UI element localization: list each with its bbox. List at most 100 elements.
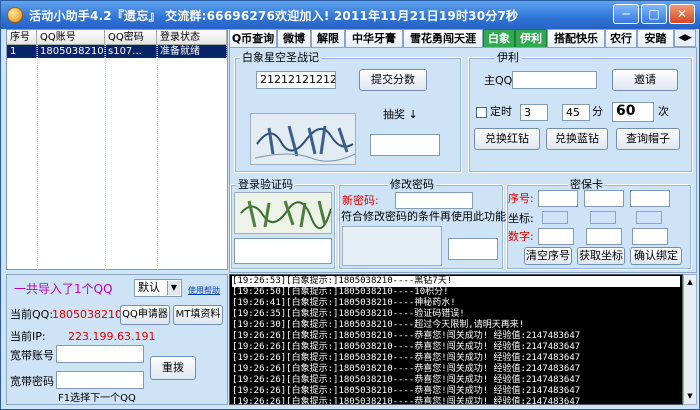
exchange-red-diamond-button[interactable]: 兑换红钻: [474, 128, 540, 150]
new-password-input[interactable]: [395, 192, 473, 209]
log-line: [19:26:53][白象提示:]1805038210----黑钻7天!: [232, 276, 680, 287]
timer-minute-input[interactable]: 45: [562, 104, 590, 121]
log-line: [19:26:50][白象提示:]1805038210----10积分!: [232, 287, 449, 297]
log-scrollbar[interactable]: ▲ ▼: [683, 274, 697, 405]
broadband-password-input[interactable]: [56, 371, 144, 389]
tab-weibo[interactable]: 微博: [277, 29, 311, 47]
count-input[interactable]: 60: [612, 102, 654, 122]
column-divider: [37, 45, 38, 270]
table-cell-index[interactable]: 1: [7, 45, 37, 58]
tab-q-coin-query[interactable]: Q币查询: [229, 29, 277, 47]
change-password-hint: 符合修改密码的条件再使用此功能: [341, 210, 506, 223]
coordinate-display-2: [590, 211, 616, 224]
app-icon: [7, 7, 23, 23]
current-qq-label: 当前QQ:: [10, 308, 54, 321]
imported-count: 一共导入了1个QQ: [14, 282, 113, 296]
change-password-title: 修改密码: [388, 178, 436, 191]
chevron-down-icon[interactable]: ▼: [167, 281, 180, 295]
lottery-captcha-input[interactable]: [370, 134, 440, 156]
log-line: [19:26:26][白象提示:]1805038210----恭喜您!闯关成功!…: [232, 397, 581, 405]
digit-input-3[interactable]: [632, 228, 668, 245]
table-cell-password[interactable]: s107...: [105, 45, 157, 58]
column-divider: [105, 45, 106, 270]
maximize-button[interactable]: □: [641, 4, 667, 24]
account-table[interactable]: 序号 QQ账号 QQ密码 登录状态 1 1805038210 s107... 准…: [6, 29, 228, 270]
log-line: [19:26:35][白象提示:]1805038210----验证码错误!: [232, 309, 465, 319]
tab-dapei[interactable]: 搭配快乐: [547, 29, 605, 47]
mode-select-value: 默认: [138, 281, 160, 294]
log-line: [19:26:41][白象提示:]1805038210----神秘药水!: [232, 298, 456, 308]
table-cell-qq[interactable]: 1805038210: [37, 45, 105, 58]
mt-fill-info-button[interactable]: MT填资料: [173, 305, 223, 325]
login-captcha-image[interactable]: [234, 192, 332, 234]
log-line: [19:26:26][白象提示:]1805038210----恭喜您!闯关成功!…: [232, 353, 581, 363]
column-header-qq[interactable]: QQ账号: [37, 30, 105, 45]
tab-zhonghua[interactable]: 中华牙膏: [345, 29, 403, 47]
column-header-password[interactable]: QQ密码: [105, 30, 157, 45]
current-ip-label: 当前IP:: [10, 330, 46, 343]
help-link[interactable]: 使用帮助: [188, 284, 220, 298]
column-header-status[interactable]: 登录状态: [157, 30, 227, 45]
column-header-index[interactable]: 序号: [7, 30, 37, 45]
score-input[interactable]: 21212121212121: [256, 71, 336, 89]
minimize-button[interactable]: ─: [613, 4, 639, 24]
lottery-label: 抽奖 ↓: [383, 108, 418, 121]
new-password-label: 新密码:: [342, 194, 379, 207]
broadband-password-label: 宽带密码: [10, 375, 54, 388]
coordinate-display-1: [542, 211, 568, 224]
change-password-captcha-input[interactable]: [448, 238, 498, 260]
window-title: 活动小助手4.2『遗忘』 交流群:66696276欢迎加入! 2011年11月2…: [29, 9, 519, 23]
log-line: [19:26:30][白象提示:]1805038210----超过今天限制,请明…: [232, 320, 525, 330]
close-button[interactable]: ✕: [669, 4, 695, 24]
scroll-down-icon[interactable]: ▼: [685, 391, 695, 401]
coordinate-label: 坐标:: [508, 212, 534, 225]
serial-label: 序号:: [508, 192, 534, 205]
confirm-bind-button[interactable]: 确认绑定: [630, 247, 682, 265]
main-qq-input[interactable]: [512, 71, 597, 89]
log-line: [19:26:26][白象提示:]1805038210----恭喜您!闯关成功!…: [232, 364, 581, 374]
digit-input-1[interactable]: [538, 228, 574, 245]
serial-input-1[interactable]: [538, 190, 578, 207]
yili-group-title: 伊利: [495, 51, 521, 64]
title-bar[interactable]: 活动小助手4.2『遗忘』 交流群:66696276欢迎加入! 2011年11月2…: [1, 1, 700, 29]
captcha-image[interactable]: [250, 113, 356, 165]
tab-xuehua[interactable]: 雪花勇闯天涯: [403, 29, 483, 47]
current-ip-value: 223.199.63.191: [68, 330, 156, 343]
table-cell-status[interactable]: 准备就绪: [157, 45, 227, 58]
timer-hour-input[interactable]: 3: [520, 104, 548, 121]
tab-baixiang[interactable]: 白象: [483, 29, 515, 47]
query-hat-button[interactable]: 查询帽子: [616, 128, 680, 150]
tab-anta[interactable]: 安踏: [637, 29, 674, 47]
submit-score-button[interactable]: 提交分数: [359, 69, 427, 91]
redial-button[interactable]: 重拨: [150, 356, 196, 380]
broadband-account-input[interactable]: [56, 345, 144, 363]
tab-unlimit[interactable]: 解限: [311, 29, 345, 47]
exchange-blue-diamond-button[interactable]: 兑换蓝钻: [546, 128, 608, 150]
mode-select[interactable]: 默认 ▼: [134, 279, 182, 297]
current-qq-value: 1805038210: [52, 308, 122, 321]
scroll-up-icon[interactable]: ▲: [685, 277, 695, 287]
digit-input-2[interactable]: [586, 228, 622, 245]
login-captcha-title: 登录验证码: [236, 178, 295, 191]
login-captcha-input[interactable]: [234, 238, 332, 264]
log-console[interactable]: [19:26:53][白象提示:]1805038210----黑钻7天! [19…: [229, 274, 683, 405]
invite-button[interactable]: 邀请: [612, 69, 678, 91]
timer-checkbox[interactable]: [476, 107, 487, 118]
tab-nonghang[interactable]: 农行: [605, 29, 637, 47]
serial-input-2[interactable]: [584, 190, 624, 207]
coordinate-display-3: [636, 211, 662, 224]
clear-serial-button[interactable]: 清空序号: [524, 247, 572, 265]
log-line: [19:26:26][白象提示:]1805038210----恭喜您!闯关成功!…: [232, 375, 581, 385]
tab-yili[interactable]: 伊利: [515, 29, 547, 47]
timer-label: 定时: [490, 105, 512, 118]
log-line: [19:26:26][白象提示:]1805038210----恭喜您!闯关成功!…: [232, 342, 581, 352]
change-password-captcha[interactable]: [342, 226, 442, 266]
f1-hint: F1选择下一个QQ: [58, 393, 136, 404]
tab-scroll-arrows[interactable]: ◀▶: [674, 29, 696, 47]
log-line: [19:26:26][白象提示:]1805038210----恭喜您!闯关成功!…: [232, 331, 581, 341]
serial-input-3[interactable]: [630, 190, 670, 207]
get-coordinate-button[interactable]: 获取坐标: [577, 247, 625, 265]
count-unit-label: 次: [658, 105, 669, 118]
qq-apply-button[interactable]: QQ申请器: [120, 305, 170, 325]
broadband-account-label: 宽带账号: [10, 349, 54, 362]
